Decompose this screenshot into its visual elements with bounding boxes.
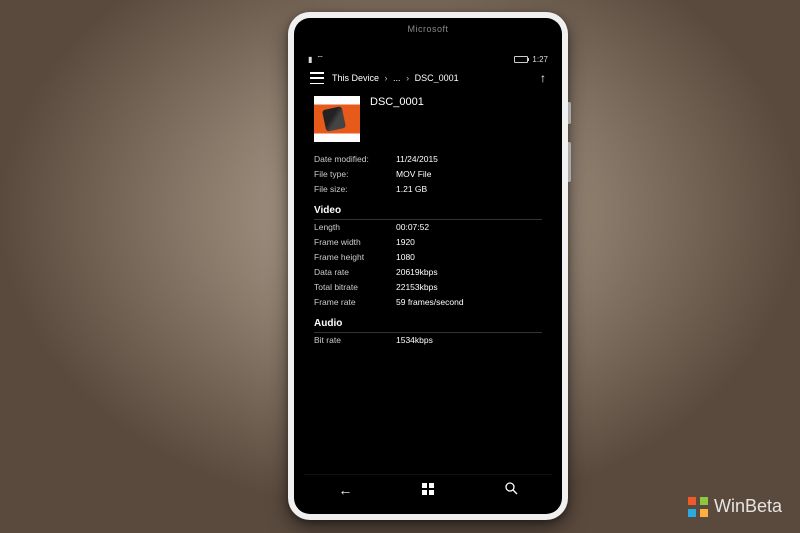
back-button[interactable]: ← bbox=[325, 482, 365, 498]
watermark: WinBeta bbox=[688, 496, 782, 517]
label-date-modified: Date modified: bbox=[314, 152, 396, 167]
chevron-right-icon: › bbox=[385, 73, 388, 83]
value-frame-height: 1080 bbox=[396, 250, 415, 265]
breadcrumb-ellipsis[interactable]: ... bbox=[393, 73, 401, 83]
file-thumbnail[interactable] bbox=[314, 96, 360, 142]
start-button[interactable] bbox=[408, 482, 448, 498]
device-brand: Microsoft bbox=[294, 18, 562, 36]
value-date-modified: 11/24/2015 bbox=[396, 152, 438, 167]
row-length: Length 00:07:52 bbox=[314, 220, 542, 235]
label-frame-height: Frame height bbox=[314, 250, 396, 265]
hamburger-icon[interactable] bbox=[310, 72, 324, 84]
volume-rocker[interactable] bbox=[568, 142, 571, 182]
signal-icon: ▮ bbox=[308, 55, 312, 64]
file-meta-block: Date modified: 11/24/2015 File type: MOV… bbox=[314, 152, 542, 197]
row-total-bitrate: Total bitrate 22153kbps bbox=[314, 280, 542, 295]
row-frame-width: Frame width 1920 bbox=[314, 235, 542, 250]
label-frame-rate: Frame rate bbox=[314, 295, 396, 310]
value-data-rate: 20619kbps bbox=[396, 265, 438, 280]
clock: 1:27 bbox=[532, 55, 548, 64]
windows-logo-icon bbox=[688, 497, 708, 517]
phone-bezel: Microsoft ▮ ⌔ 1:27 This Device › ... bbox=[294, 18, 562, 514]
up-arrow-icon[interactable]: ↑ bbox=[540, 71, 546, 85]
row-frame-rate: Frame rate 59 frames/second bbox=[314, 295, 542, 310]
row-bit-rate: Bit rate 1534kbps bbox=[314, 333, 542, 348]
audio-block: Bit rate 1534kbps bbox=[314, 333, 542, 348]
label-length: Length bbox=[314, 220, 396, 235]
value-bit-rate: 1534kbps bbox=[396, 333, 433, 348]
power-button[interactable] bbox=[568, 102, 571, 124]
breadcrumb[interactable]: This Device › ... › DSC_0001 bbox=[332, 73, 532, 83]
file-header: DSC_0001 bbox=[314, 96, 542, 142]
label-frame-width: Frame width bbox=[314, 235, 396, 250]
windows-icon bbox=[422, 483, 434, 495]
breadcrumb-current: DSC_0001 bbox=[415, 73, 459, 83]
label-file-type: File type: bbox=[314, 167, 396, 182]
section-audio: Audio bbox=[314, 318, 542, 333]
value-frame-width: 1920 bbox=[396, 235, 415, 250]
screen: ▮ ⌔ 1:27 This Device › ... › DSC_0001 ↑ bbox=[304, 52, 552, 504]
label-data-rate: Data rate bbox=[314, 265, 396, 280]
video-block: Length 00:07:52 Frame width 1920 Frame h… bbox=[314, 220, 542, 310]
value-total-bitrate: 22153kbps bbox=[396, 280, 438, 295]
row-file-size: File size: 1.21 GB bbox=[314, 182, 542, 197]
file-properties-content: DSC_0001 Date modified: 11/24/2015 File … bbox=[304, 90, 552, 474]
row-data-rate: Data rate 20619kbps bbox=[314, 265, 542, 280]
value-file-type: MOV File bbox=[396, 167, 431, 182]
value-file-size: 1.21 GB bbox=[396, 182, 427, 197]
row-file-type: File type: MOV File bbox=[314, 167, 542, 182]
status-bar: ▮ ⌔ 1:27 bbox=[304, 52, 552, 66]
label-bit-rate: Bit rate bbox=[314, 333, 396, 348]
file-name: DSC_0001 bbox=[370, 96, 424, 108]
watermark-text: WinBeta bbox=[714, 496, 782, 517]
navigation-bar: ← bbox=[304, 474, 552, 504]
breadcrumb-root[interactable]: This Device bbox=[332, 73, 379, 83]
value-frame-rate: 59 frames/second bbox=[396, 295, 464, 310]
wifi-icon: ⌔ bbox=[316, 54, 324, 64]
phone-body: Microsoft ▮ ⌔ 1:27 This Device › ... bbox=[288, 12, 568, 520]
value-length: 00:07:52 bbox=[396, 220, 429, 235]
search-icon bbox=[504, 481, 518, 495]
search-button[interactable] bbox=[491, 481, 531, 498]
row-frame-height: Frame height 1080 bbox=[314, 250, 542, 265]
app-header: This Device › ... › DSC_0001 ↑ bbox=[304, 66, 552, 90]
section-video: Video bbox=[314, 205, 542, 220]
label-total-bitrate: Total bitrate bbox=[314, 280, 396, 295]
row-date-modified: Date modified: 11/24/2015 bbox=[314, 152, 542, 167]
battery-icon bbox=[514, 56, 528, 63]
label-file-size: File size: bbox=[314, 182, 396, 197]
chevron-right-icon: › bbox=[406, 73, 409, 83]
